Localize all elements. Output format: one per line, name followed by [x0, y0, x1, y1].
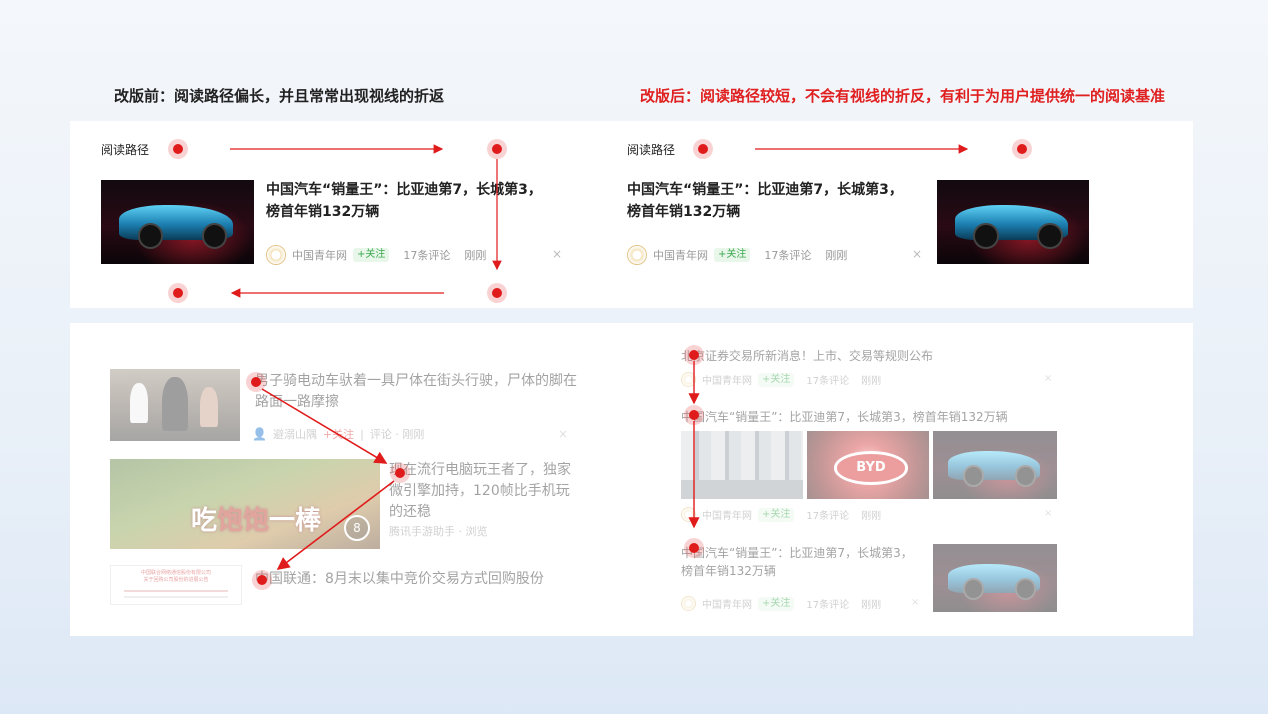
heading-before: 改版前：阅读路径偏长，并且常常出现视线的折返: [114, 87, 445, 105]
bottom-comparison-panel: 男子骑电动车驮着一具尸体在街头行驶，尸体的脚在 路面一路摩擦 👤 避溺山隅 +关…: [70, 323, 1193, 636]
heading-after: 改版后：阅读路径较短，不会有视线的折反，有利于为用户提供统一的阅读基准: [640, 87, 1166, 105]
reading-path-arrows: [230, 144, 969, 298]
reading-path-arrows: [261, 361, 700, 570]
top-comparison-panel: 阅读路径 中国汽车“销量王”：比亚迪第7，长城第3， 榜首年销132万辆 中国青…: [70, 121, 1193, 308]
